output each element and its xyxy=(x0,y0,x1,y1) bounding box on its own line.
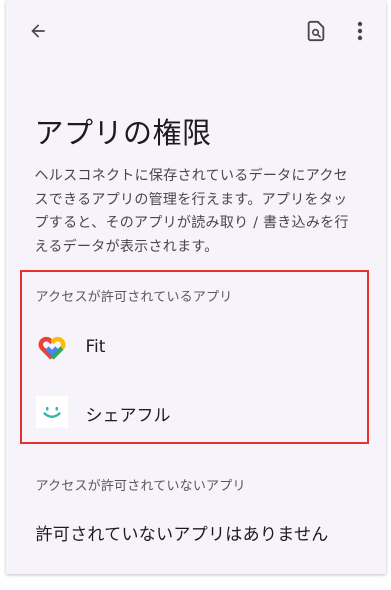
more-vert-icon xyxy=(357,21,362,41)
allowed-apps-header: アクセスが許可されているアプリ xyxy=(35,290,233,305)
app-row-fit[interactable]: Fit xyxy=(22,318,367,378)
arrow-back-icon xyxy=(30,24,45,38)
search-in-page-button[interactable] xyxy=(302,17,330,45)
page-description: ヘルスコネクトに保存されているデータにアクセスできるアプリの管理を行えます。アプ… xyxy=(34,168,349,255)
top-app-bar xyxy=(6,0,386,62)
no-apps-message: 許可されていないアプリはありません xyxy=(35,525,329,545)
not-allowed-apps-header: アクセスが許可されていないアプリ xyxy=(35,479,246,494)
more-options-button[interactable] xyxy=(348,17,372,45)
app-name: シェアフル xyxy=(85,406,171,426)
search-in-page-icon xyxy=(307,20,324,42)
back-button[interactable] xyxy=(24,17,52,45)
sharefull-icon xyxy=(35,396,68,428)
allowed-apps-section: アクセスが許可されているアプリ Fit シェアフル xyxy=(19,270,369,444)
google-fit-icon xyxy=(36,332,68,364)
screen: アプリの権限 ヘルスコネクトに保存されているデータにアクセスできるアプリの管理を… xyxy=(5,0,386,574)
app-name: Fit xyxy=(85,337,106,357)
page-title: アプリの権限 xyxy=(34,116,212,150)
app-row-sharefull[interactable]: シェアフル xyxy=(22,382,367,442)
